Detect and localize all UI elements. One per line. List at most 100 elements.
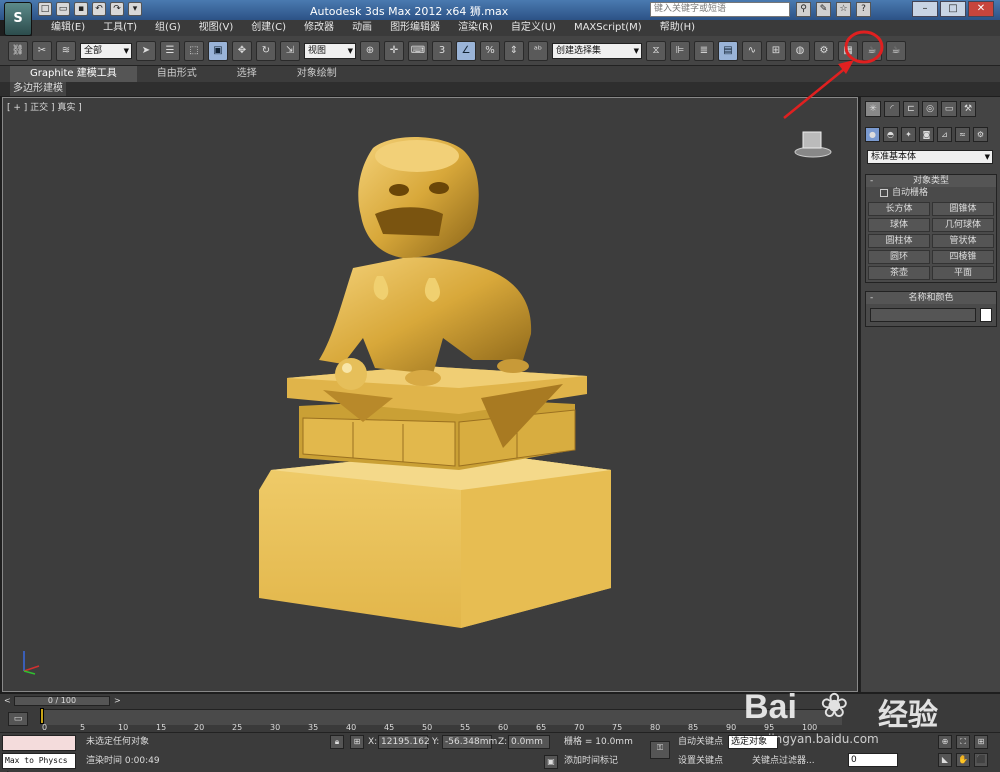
cameras-icon[interactable]: ◙ [919, 127, 934, 142]
maxscript-listener-pink[interactable] [2, 735, 76, 751]
set-key-label[interactable]: 设置关键点 [678, 754, 723, 768]
tab-selection[interactable]: 选择 [217, 66, 277, 82]
open-file-icon[interactable]: ▭ [56, 2, 70, 16]
spacewarps-icon[interactable]: ≈ [955, 127, 970, 142]
pivot-center-icon[interactable]: ⊕ [360, 40, 380, 61]
select-object-icon[interactable]: ➤ [136, 40, 156, 61]
menu-animation[interactable]: 动画 [343, 20, 381, 36]
snap-3d-icon[interactable]: 3 [432, 40, 452, 61]
scale-icon[interactable]: ⇲ [280, 40, 300, 61]
time-prev-icon[interactable]: < [4, 696, 11, 705]
selection-filter-select[interactable]: 全部 [80, 42, 132, 59]
tube-button[interactable]: 管状体 [932, 234, 994, 248]
autogrid-checkbox[interactable]: 自动栅格 [866, 187, 996, 200]
maximize-button[interactable]: □ [940, 1, 966, 17]
pyramid-button[interactable]: 四棱锥 [932, 250, 994, 264]
y-coordinate-field[interactable]: -56.348mm [442, 735, 497, 749]
cylinder-button[interactable]: 圆柱体 [868, 234, 930, 248]
link-icon[interactable]: ⛓ [8, 40, 28, 61]
curve-editor-icon[interactable]: ∿ [742, 40, 762, 61]
maxscript-listener-input[interactable]: Max to Physcs ( [2, 753, 76, 772]
rotate-icon[interactable]: ↻ [256, 40, 276, 61]
window-crossing-icon[interactable]: ▣ [208, 40, 228, 61]
named-selection-select[interactable]: 创建选择集 [552, 42, 642, 59]
absolute-mode-icon[interactable]: ⊞ [350, 735, 364, 749]
mini-curve-editor-icon[interactable]: ▭ [8, 712, 28, 726]
geometry-category-select[interactable]: 标准基本体 [867, 150, 993, 164]
menu-maxscript[interactable]: MAXScript(M) [565, 20, 651, 36]
graphite-toggle-icon[interactable]: ▤ [718, 40, 738, 61]
systems-icon[interactable]: ⚙ [973, 127, 988, 142]
lights-icon[interactable]: ✦ [901, 127, 916, 142]
material-editor-icon[interactable]: ◍ [790, 40, 810, 61]
object-color-swatch[interactable] [980, 308, 992, 322]
align-icon[interactable]: ⊫ [670, 40, 690, 61]
rect-selection-icon[interactable]: ⬚ [184, 40, 204, 61]
add-time-tag[interactable]: 添加时间标记 [564, 754, 618, 768]
box-button[interactable]: 长方体 [868, 202, 930, 216]
menu-group[interactable]: 组(G) [146, 20, 190, 36]
lock-selection-icon[interactable]: 🔒︎ [330, 735, 344, 749]
schematic-view-icon[interactable]: ⊞ [766, 40, 786, 61]
app-logo-button[interactable]: S [4, 2, 32, 36]
current-frame-field[interactable]: 0 [848, 753, 898, 767]
plane-button[interactable]: 平面 [932, 266, 994, 280]
pan-icon[interactable]: ✋ [956, 753, 970, 767]
menu-create[interactable]: 创建(C) [242, 20, 295, 36]
menu-edit[interactable]: 编辑(E) [42, 20, 94, 36]
shapes-icon[interactable]: ◓ [883, 127, 898, 142]
object-type-header[interactable]: - 对象类型 [866, 175, 996, 187]
qat-dropdown-icon[interactable]: ▾ [128, 2, 142, 16]
rendered-frame-icon[interactable]: ▦ [838, 40, 858, 61]
time-next-icon[interactable]: > [114, 696, 121, 705]
viewcube-icon[interactable] [793, 128, 833, 158]
save-icon[interactable]: ▪ [74, 2, 88, 16]
menu-views[interactable]: 视图(V) [190, 20, 243, 36]
menu-tools[interactable]: 工具(T) [94, 20, 146, 36]
menu-rendering[interactable]: 渲染(R) [449, 20, 502, 36]
torus-button[interactable]: 圆环 [868, 250, 930, 264]
tab-graphite-modeling[interactable]: Graphite 建模工具 [10, 66, 137, 82]
menu-modifiers[interactable]: 修改器 [295, 20, 343, 36]
bind-spacewarp-icon[interactable]: ≋ [56, 40, 76, 61]
new-file-icon[interactable]: □ [38, 2, 52, 16]
help-icon[interactable]: ? [856, 2, 871, 17]
display-tab-icon[interactable]: ▭ [941, 101, 957, 117]
minimize-button[interactable]: – [912, 1, 938, 17]
edit-named-sets-icon[interactable]: ᵃᵇ [528, 40, 548, 61]
modify-tab-icon[interactable]: ◜ [884, 101, 900, 117]
helpers-icon[interactable]: ⊿ [937, 127, 952, 142]
tools-icon[interactable]: ✎ [816, 2, 831, 17]
maximize-viewport-icon[interactable]: ⬛ [974, 753, 988, 767]
set-key-icon[interactable]: ⚿ [650, 741, 670, 759]
field-of-view-icon[interactable]: ◣ [938, 753, 952, 767]
star-icon[interactable]: ☆ [836, 2, 851, 17]
object-name-input[interactable] [870, 308, 976, 322]
menu-help[interactable]: 帮助(H) [651, 20, 704, 36]
mirror-icon[interactable]: ⧖ [646, 40, 666, 61]
sphere-button[interactable]: 球体 [868, 218, 930, 232]
angle-snap-icon[interactable]: ∠ [456, 40, 476, 61]
name-color-header[interactable]: - 名称和颜色 [866, 292, 996, 304]
z-coordinate-field[interactable]: 0.0mm [508, 735, 550, 749]
geometry-icon[interactable]: ● [865, 127, 880, 142]
perspective-viewport[interactable]: [ + ] 正交 ] 真实 ] [2, 97, 858, 692]
select-manipulate-icon[interactable]: ✛ [384, 40, 404, 61]
select-by-name-icon[interactable]: ☰ [160, 40, 180, 61]
motion-tab-icon[interactable]: ◎ [922, 101, 938, 117]
key-filters-button[interactable]: 关键点过滤器... [752, 754, 815, 768]
auto-key-label[interactable]: 自动关键点 [678, 735, 723, 749]
move-icon[interactable]: ✥ [232, 40, 252, 61]
time-slider[interactable]: 0 / 100 [14, 696, 110, 706]
menu-customize[interactable]: 自定义(U) [502, 20, 565, 36]
tab-object-paint[interactable]: 对象绘制 [277, 66, 357, 82]
x-coordinate-field[interactable]: 12195.162 [378, 735, 430, 749]
close-button[interactable]: ✕ [968, 1, 994, 17]
render-setup-icon[interactable]: ⚙ [814, 40, 834, 61]
layer-manager-icon[interactable]: ≣ [694, 40, 714, 61]
unlink-icon[interactable]: ✂ [32, 40, 52, 61]
time-tag-icon[interactable]: ▣ [544, 755, 558, 769]
undo-icon[interactable]: ↶ [92, 2, 106, 16]
create-tab-icon[interactable]: ✳ [865, 101, 881, 117]
hierarchy-tab-icon[interactable]: ⊏ [903, 101, 919, 117]
